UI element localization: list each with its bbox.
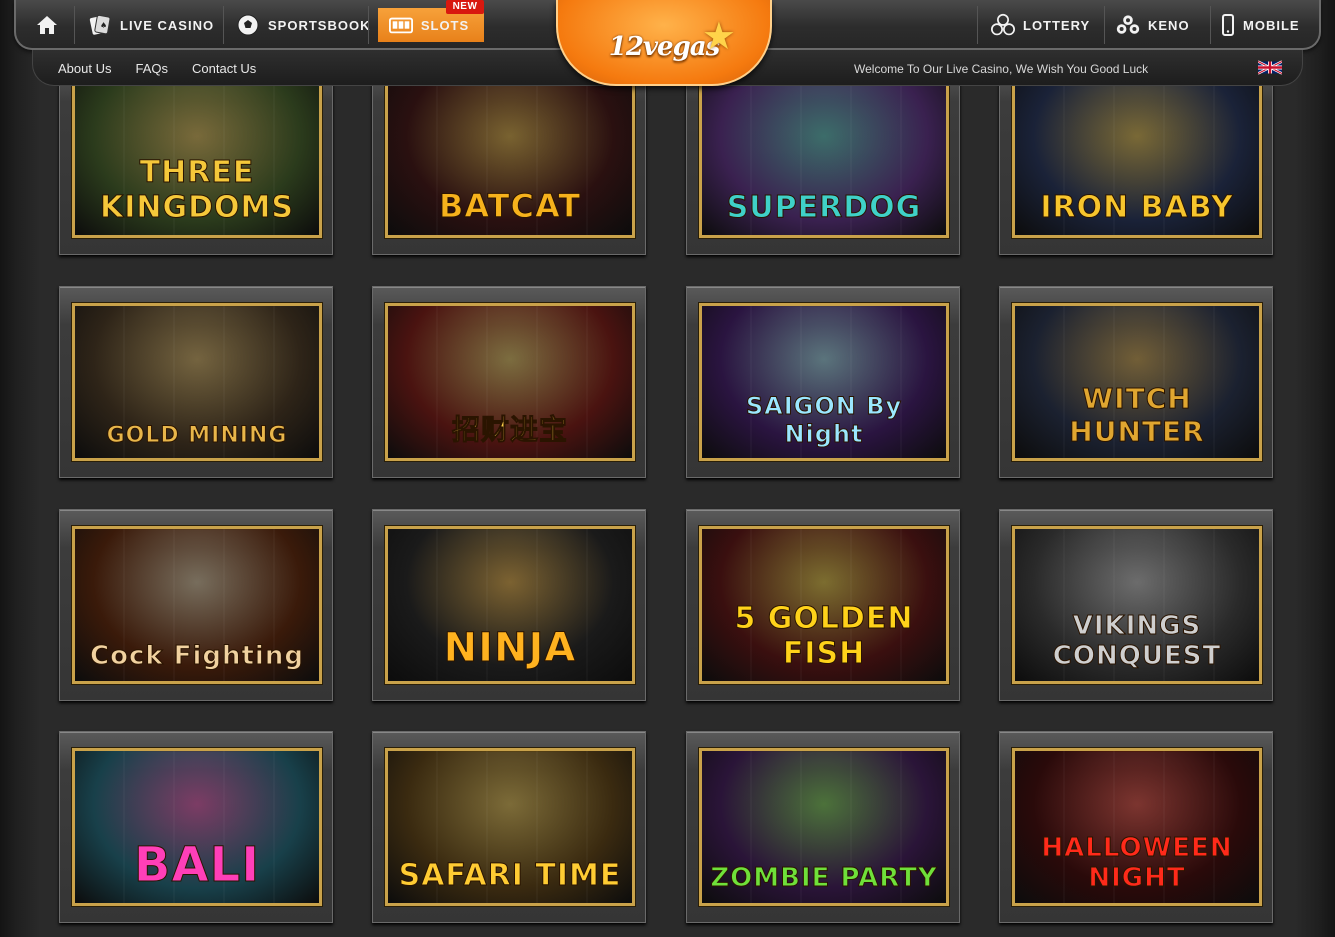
nav-divider <box>977 6 978 44</box>
nav-lottery-label: LOTTERY <box>1023 17 1091 33</box>
game-thumbnail: NINJA <box>385 526 635 684</box>
game-tile[interactable]: ZOMBIE PARTY <box>686 731 960 923</box>
game-tile[interactable]: SAFARI TIME <box>372 731 646 923</box>
contact-us-link[interactable]: Contact Us <box>192 61 256 76</box>
game-thumbnail: IRON BABY <box>1012 80 1262 238</box>
game-thumbnail: BALI <box>72 748 322 906</box>
game-thumbnail: BATCAT <box>385 80 635 238</box>
game-title: VIKINGS CONQUEST <box>1052 611 1222 672</box>
nav-keno-label: KENO <box>1148 17 1190 33</box>
nav-divider <box>1210 6 1211 44</box>
nav-divider <box>1104 6 1105 44</box>
game-tile[interactable]: BATCAT <box>372 63 646 255</box>
game-title: ZOMBIE PARTY <box>710 863 938 894</box>
game-title: SAIGON By Night <box>745 392 903 449</box>
nav-live-casino-label: LIVE CASINO <box>120 17 215 33</box>
game-tile[interactable]: 5 GOLDEN FISH <box>686 509 960 701</box>
sub-nav-links: About Us FAQs Contact Us <box>58 61 256 76</box>
game-thumbnail: SAIGON By Night <box>699 303 949 461</box>
svg-text:♠: ♠ <box>100 21 108 30</box>
nav-divider <box>74 6 75 44</box>
nav-divider <box>223 6 224 44</box>
keno-balls-icon <box>1116 13 1140 37</box>
mobile-phone-icon <box>1221 13 1235 37</box>
game-thumbnail: Cock Fighting <box>72 526 322 684</box>
lottery-balls-icon <box>991 13 1015 37</box>
game-thumbnail: THREE KINGDOMS <box>72 80 322 238</box>
game-title: THREE KINGDOMS <box>99 155 294 226</box>
game-tile[interactable]: VIKINGS CONQUEST <box>999 509 1273 701</box>
game-tile[interactable]: HALLOWEEN NIGHT <box>999 731 1273 923</box>
game-tile[interactable]: IRON BABY <box>999 63 1273 255</box>
game-tile[interactable]: NINJA <box>372 509 646 701</box>
game-thumbnail: 招财进宝 <box>385 303 635 461</box>
game-tile[interactable]: WITCH HUNTER <box>999 286 1273 478</box>
star-icon: ★ <box>701 16 736 58</box>
nav-sportsbook-label: SPORTSBOOK <box>268 17 371 33</box>
game-tile[interactable]: Cock Fighting <box>59 509 333 701</box>
game-tile[interactable]: GOLD MINING <box>59 286 333 478</box>
about-us-link[interactable]: About Us <box>58 61 111 76</box>
game-title: 5 GOLDEN FISH <box>734 601 914 672</box>
game-title: GOLD MINING <box>106 423 288 449</box>
game-tile[interactable]: SUPERDOG <box>686 63 960 255</box>
nav-lottery[interactable]: LOTTERY <box>991 8 1090 42</box>
game-title: HALLOWEEN NIGHT <box>1041 833 1233 894</box>
welcome-message: Welcome To Our Live Casino, We Wish You … <box>854 62 1149 76</box>
game-thumbnail: GOLD MINING <box>72 303 322 461</box>
game-tile[interactable]: 招财进宝 <box>372 286 646 478</box>
game-thumbnail: 5 GOLDEN FISH <box>699 526 949 684</box>
site-logo[interactable]: 12vegas ★ <box>556 0 772 86</box>
game-title: BALI <box>133 837 261 894</box>
game-thumbnail: WITCH HUNTER <box>1012 303 1262 461</box>
game-thumbnail: VIKINGS CONQUEST <box>1012 526 1262 684</box>
game-thumbnail: SUPERDOG <box>699 80 949 238</box>
game-thumbnail: HALLOWEEN NIGHT <box>1012 748 1262 906</box>
nav-slots-label: SLOTS <box>420 17 470 33</box>
home-icon <box>36 13 58 37</box>
game-thumbnail: ZOMBIE PARTY <box>699 748 949 906</box>
home-button[interactable] <box>36 8 64 42</box>
cards-icon: ♠ <box>88 13 112 37</box>
faqs-link[interactable]: FAQs <box>135 61 168 76</box>
new-badge: NEW <box>446 0 484 14</box>
game-title: WITCH HUNTER <box>1069 382 1205 449</box>
game-tile[interactable]: SAIGON By Night <box>686 286 960 478</box>
uk-flag-icon[interactable] <box>1257 60 1283 75</box>
site-header: ♠ LIVE CASINO SPORTSBOOK SLOTS NEW LOTTE… <box>14 0 1321 88</box>
game-thumbnail: SAFARI TIME <box>385 748 635 906</box>
game-title: NINJA <box>443 625 577 672</box>
slot-machine-icon <box>388 13 413 37</box>
nav-divider <box>368 6 369 44</box>
nav-mobile-label: MOBILE <box>1243 17 1300 33</box>
soccer-ball-icon <box>236 13 260 37</box>
game-title: IRON BABY <box>1040 190 1234 226</box>
game-tile[interactable]: BALI <box>59 731 333 923</box>
nav-live-casino[interactable]: ♠ LIVE CASINO <box>88 8 214 42</box>
nav-sportsbook[interactable]: SPORTSBOOK <box>236 8 370 42</box>
nav-mobile[interactable]: MOBILE <box>1221 8 1300 42</box>
game-tile[interactable]: THREE KINGDOMS <box>59 63 333 255</box>
game-title: Cock Fighting <box>90 641 304 672</box>
game-title: SUPERDOG <box>726 190 922 226</box>
game-title: SAFARI TIME <box>398 858 622 894</box>
game-title: BATCAT <box>438 187 582 226</box>
game-title: 招财进宝 <box>451 413 568 447</box>
nav-keno[interactable]: KENO <box>1116 8 1190 42</box>
